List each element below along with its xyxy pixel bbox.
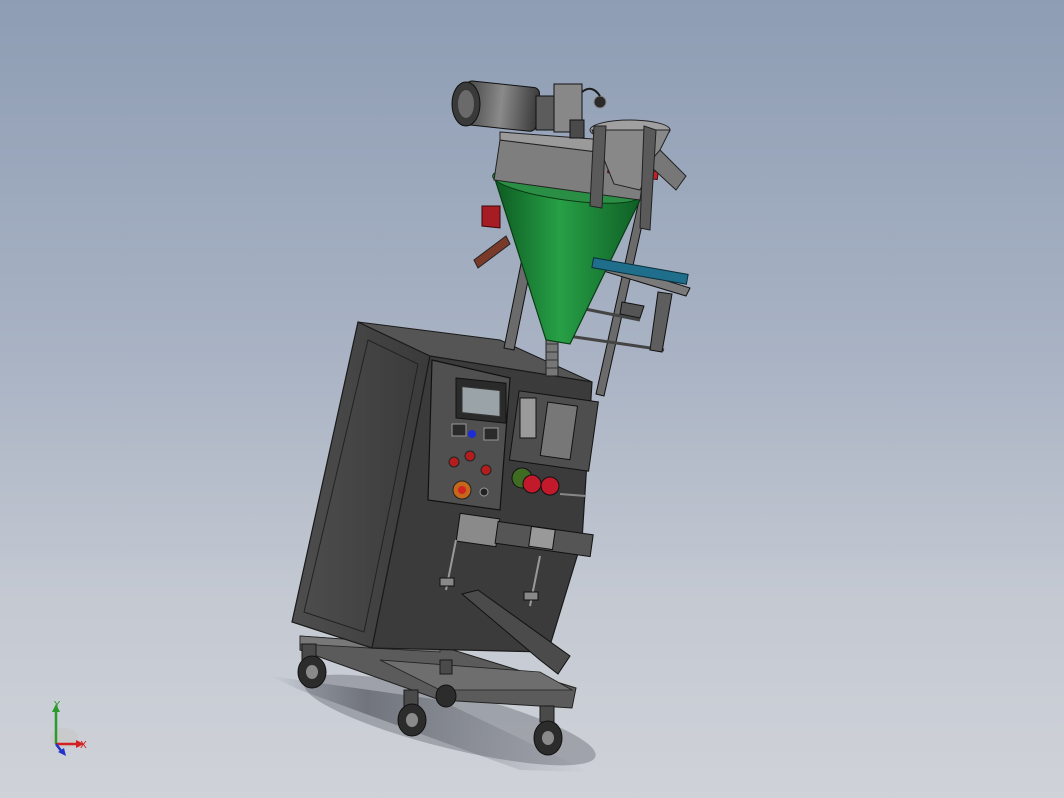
switch-left[interactable] — [451, 423, 467, 437]
hmi-screen[interactable] — [461, 386, 501, 418]
x-axis-label: X — [80, 740, 87, 751]
knob[interactable] — [479, 487, 489, 497]
packaging-machine-model[interactable] — [0, 0, 1064, 798]
cad-graphics-viewport[interactable]: Y X — [0, 0, 1064, 798]
control-panel — [427, 359, 511, 511]
button-red-2[interactable] — [464, 450, 476, 462]
orientation-triad[interactable]: Y X — [40, 698, 100, 762]
side-junction-box — [481, 205, 501, 229]
side-bracket — [473, 235, 511, 269]
caster-front-right — [533, 705, 563, 756]
indicator-blue — [468, 430, 476, 438]
roller-red-1 — [522, 474, 542, 494]
switch-right[interactable] — [483, 427, 499, 441]
y-axis-label: Y — [53, 700, 61, 711]
button-red-1[interactable] — [448, 456, 460, 468]
drive-motor — [451, 80, 607, 139]
roller-red-2 — [540, 476, 560, 496]
button-red-3[interactable] — [480, 464, 492, 476]
